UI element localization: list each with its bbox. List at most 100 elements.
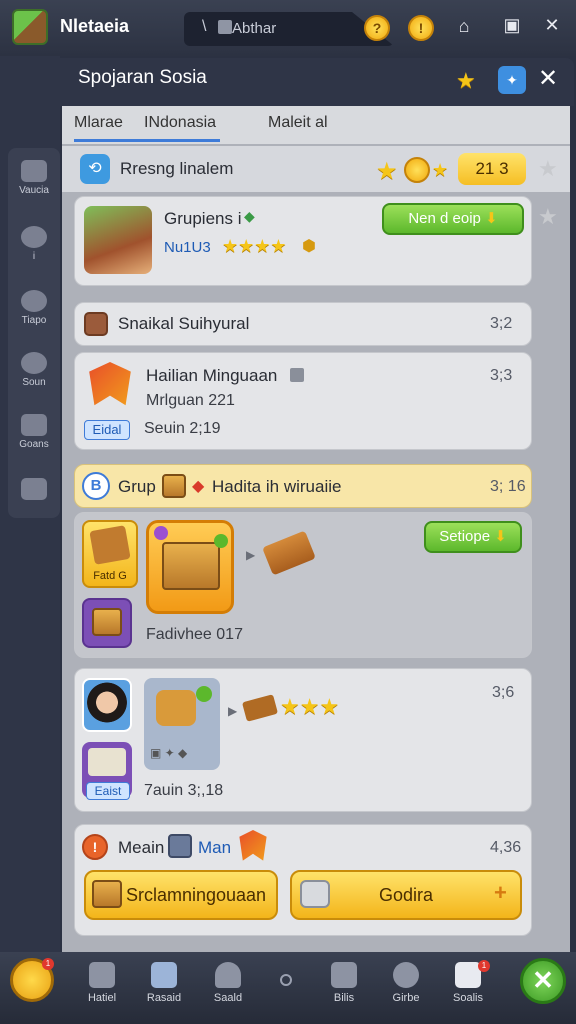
tab-indonasia[interactable]: INdonasia <box>144 114 216 132</box>
chest-icon <box>92 608 122 636</box>
plus-icon <box>196 686 212 702</box>
person-icon <box>215 962 241 988</box>
section-title-1: Rresng linalem <box>120 159 234 178</box>
chest-icon <box>162 474 186 498</box>
page-title: Spojaran Sosia <box>78 67 207 88</box>
nav-rasaid[interactable]: Rasaid <box>134 962 194 1004</box>
join-button[interactable]: Nen d eoip ⬇ <box>382 203 524 235</box>
notification-badge: 1 <box>478 960 490 972</box>
window-icon[interactable]: ▣ <box>498 15 526 36</box>
group-title: Grupiens i <box>164 209 242 228</box>
tab-maleit[interactable]: Maleit al <box>268 114 328 132</box>
favorite-icon[interactable]: ★ <box>538 156 558 182</box>
star-icon: ★ <box>376 158 398 185</box>
slash-icon: \ <box>202 18 207 35</box>
gem-icon: ◆ <box>244 208 255 224</box>
arrow-right-icon: ▶ <box>246 548 256 562</box>
dice-icon <box>300 880 330 908</box>
coin-icon[interactable]: ! <box>408 15 434 41</box>
favorite-icon[interactable]: ★ <box>538 204 558 230</box>
share-icon[interactable]: ✦ <box>498 66 526 94</box>
card4-value: 3;6 <box>492 684 515 701</box>
sidebar-item-tiapo[interactable]: Tiapo <box>8 290 60 326</box>
plus-icon: + <box>494 880 507 905</box>
nav-bilis[interactable]: Bilis <box>314 962 374 1004</box>
card3-caption: Fadivhee 017 <box>146 626 243 643</box>
item-icons: ▣ ✦ ◆ <box>150 746 188 760</box>
section-value-2: 3;2 <box>490 315 513 332</box>
arrow-down-icon: ⬇ <box>485 210 498 227</box>
status-badge: Eaist <box>86 782 130 800</box>
frame-icon <box>331 962 357 988</box>
section-title-4b: Man <box>198 838 232 857</box>
gem-icon: ◆ <box>192 478 205 495</box>
card2-subtitle: Mrlguan 221 <box>146 392 235 409</box>
plus-icon <box>214 534 228 548</box>
setup-button[interactable]: Setiope ⬇ <box>424 521 522 553</box>
card2-title: Hailian Minguaan <box>146 366 278 385</box>
alert-icon: ! <box>82 834 108 860</box>
ticket-icon <box>89 525 131 565</box>
sidebar-column <box>8 148 60 518</box>
card4-meta: 7auin 3;,18 <box>144 782 224 799</box>
star-icon: ★★★ <box>280 694 340 719</box>
chest-icon <box>162 542 220 590</box>
reward-tile-label: Fatd G <box>93 570 127 582</box>
section-value-3: 3; 16 <box>490 478 526 495</box>
book-icon <box>89 962 115 988</box>
group-tag: Nu1U3 <box>164 239 211 256</box>
arrow-right-icon: ▶ <box>228 704 238 718</box>
person-icon <box>21 414 47 436</box>
close-panel-icon[interactable]: ✕ <box>538 64 558 93</box>
sidebar-item-2[interactable]: i <box>8 226 60 262</box>
sidebar-item-vaucia[interactable]: Vaucia <box>8 160 60 196</box>
gem-icon <box>154 526 168 540</box>
sidebar-item-box[interactable] <box>8 478 60 503</box>
book-icon <box>168 834 192 858</box>
sidebar-item-soun[interactable]: Soun <box>8 352 60 388</box>
nav-hatiel[interactable]: Hatiel <box>72 962 132 1004</box>
group-card-4[interactable] <box>74 668 532 812</box>
settings-icon <box>21 226 47 248</box>
dice-icon <box>88 748 126 776</box>
nav-saald[interactable]: Saald <box>198 962 258 1004</box>
status-badge: Eidal <box>84 420 130 440</box>
cat-icon <box>21 290 47 312</box>
app-logo[interactable] <box>12 9 48 45</box>
close-button[interactable]: ✕ <box>520 958 566 1004</box>
coin-icon <box>404 157 430 183</box>
group-thumbnail <box>84 206 152 274</box>
pet-icon <box>156 690 196 726</box>
nav-girbe[interactable]: Girbe <box>376 962 436 1004</box>
search-icon <box>218 20 232 34</box>
shield-icon: ⬢ <box>302 238 316 255</box>
section-title-2: Snaikal Suihyural <box>118 314 250 333</box>
star-icon[interactable]: ★ <box>456 68 476 94</box>
section-title-4a: Meain <box>118 838 165 857</box>
mail-icon <box>21 160 47 182</box>
star-icon: ★★★★ <box>222 236 287 256</box>
notification-badge: 1 <box>42 958 54 970</box>
sidebar-item-goans[interactable]: Goans <box>8 414 60 450</box>
box-icon <box>21 478 47 500</box>
member-avatar[interactable] <box>82 678 132 732</box>
score-badge: 21 3 <box>458 153 526 185</box>
face-icon <box>393 962 419 988</box>
dot-icon <box>280 974 292 986</box>
tab-indicator <box>74 139 220 142</box>
section-title-3a: Grup <box>118 477 156 496</box>
help-icon[interactable]: ? <box>364 15 390 41</box>
search-input[interactable]: Abthar <box>232 20 276 37</box>
group-card-2[interactable] <box>74 352 532 450</box>
lock-icon <box>290 368 304 382</box>
app-icon: ⟲ <box>80 154 110 184</box>
box-icon <box>151 962 177 988</box>
card2-meta: Seuin 2;19 <box>144 420 221 437</box>
tab-mlarae[interactable]: Mlarae <box>74 114 123 132</box>
star-icon: ★ <box>432 160 449 180</box>
home-icon[interactable]: ⌂ <box>450 16 478 37</box>
close-icon[interactable]: ✕ <box>538 15 566 36</box>
arrow-down-icon: ⬇ <box>494 528 507 545</box>
chest-icon <box>92 880 122 908</box>
app-title: Nletaeia <box>60 16 130 36</box>
